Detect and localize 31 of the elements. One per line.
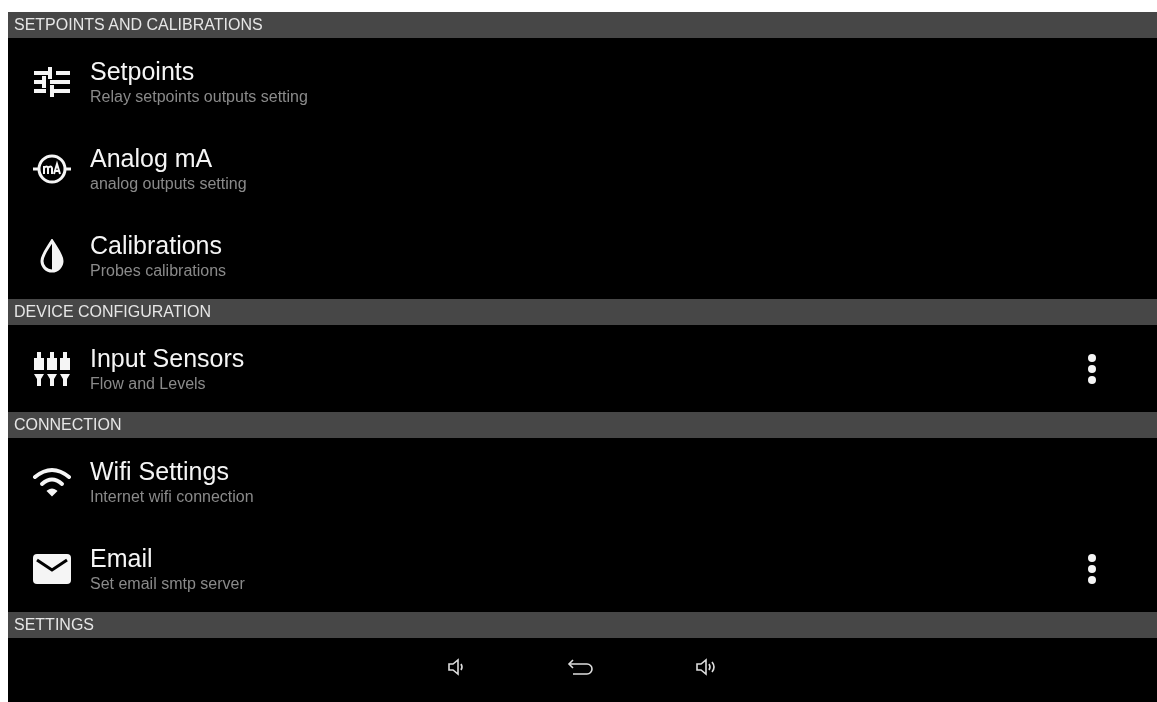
section-header: SETTINGS (8, 612, 1157, 638)
item-subtitle: Set email smtp server (90, 573, 246, 594)
item-subtitle: analog outputs setting (90, 173, 248, 194)
item-title: Setpoints (90, 55, 196, 86)
envelope-icon (33, 553, 71, 584)
half-drop-icon (39, 238, 65, 273)
settings-list-item[interactable]: Calibrations Probes calibrations (8, 212, 1157, 299)
item-subtitle: Flow and Levels (90, 373, 207, 394)
settings-list-item[interactable]: Setpoints Relay setpoints outputs setting (8, 38, 1157, 125)
settings-list-item[interactable]: Analog mA analog outputs setting (8, 125, 1157, 212)
milliamp-gauge-icon (33, 152, 71, 185)
back-icon[interactable] (566, 658, 595, 676)
item-subtitle: Probes calibrations (90, 260, 228, 281)
item-title: Calibrations (90, 229, 223, 260)
overflow-menu-icon[interactable] (1087, 352, 1097, 385)
item-subtitle: Internet wifi connection (90, 486, 255, 507)
item-subtitle: Relay setpoints outputs setting (90, 86, 309, 107)
item-title: Wifi Settings (90, 455, 230, 486)
wifi-icon (32, 465, 72, 498)
section-header: SETPOINTS AND CALIBRATIONS (8, 12, 1157, 38)
section-header: DEVICE CONFIGURATION (8, 299, 1157, 325)
settings-list-item[interactable]: Wifi Settings Internet wifi connection (8, 438, 1157, 525)
sensor-probes-icon (34, 351, 70, 386)
sliders-icon (34, 66, 70, 97)
section-header: CONNECTION (8, 412, 1157, 438)
item-title: Analog mA (90, 142, 214, 173)
overflow-menu-icon[interactable] (1087, 552, 1097, 585)
item-title: Email (90, 542, 154, 573)
settings-list-item[interactable]: Input Sensors Flow and Levels (8, 325, 1157, 412)
item-title: Input Sensors (90, 342, 246, 373)
settings-list-item[interactable]: Email Set email smtp server (8, 525, 1157, 612)
